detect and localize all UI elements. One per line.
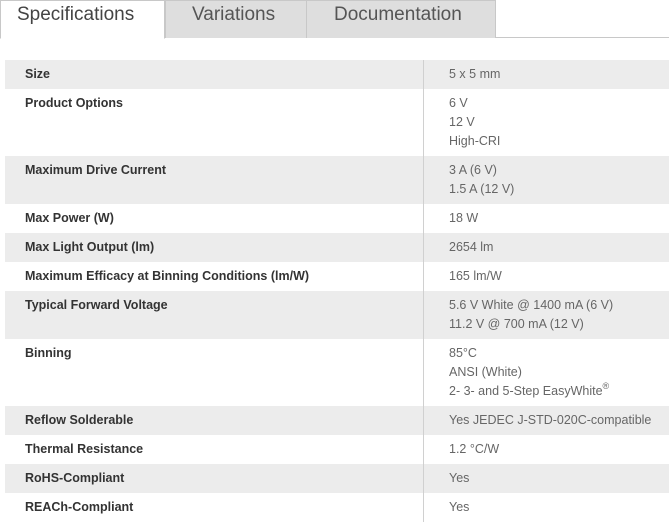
spec-row-max-light-output: Max Light Output (lm) 2654 lm [5,233,669,262]
spec-value-line: 18 W [449,211,479,225]
spec-value: 3 A (6 V) 1.5 A (12 V) [424,156,669,204]
spec-value-line: 3 A (6 V) [449,163,497,177]
spec-value-line: 85°C [449,346,477,360]
spec-label: Maximum Drive Current [5,156,424,204]
spec-row-max-drive-current: Maximum Drive Current 3 A (6 V) 1.5 A (1… [5,156,669,204]
spec-value: Yes [424,493,669,522]
spec-row-reach: REACh-Compliant Yes [5,493,669,522]
spec-value: Yes JEDEC J-STD-020C-compatible [424,406,669,435]
spec-value: 5 x 5 mm [424,60,669,89]
spec-label: Size [5,60,424,89]
spec-value: 5.6 V White @ 1400 mA (6 V) 11.2 V @ 700… [424,291,669,339]
spec-value-line: 5.6 V White @ 1400 mA (6 V) [449,298,614,312]
spec-value-line: 6 V [449,96,468,110]
registered-mark: ® [602,381,610,391]
spec-value-line: 12 V [449,115,475,129]
spec-value-line: Yes JEDEC J-STD-020C-compatible [449,413,652,427]
spec-value: 85°C ANSI (White) 2- 3- and 5-Step EasyW… [424,339,669,406]
spec-value-line: 1.5 A (12 V) [449,182,515,196]
spec-label: Binning [5,339,424,406]
spec-label: REACh-Compliant [5,493,424,522]
spec-value-line: 2- 3- and 5-Step EasyWhite® [449,382,669,401]
spec-value-line: Yes [449,500,470,514]
spec-value-line: Yes [449,471,470,485]
spec-value: 18 W [424,204,669,233]
spec-row-binning: Binning 85°C ANSI (White) 2- 3- and 5-St… [5,339,669,406]
spec-row-thermal-resistance: Thermal Resistance 1.2 °C/W [5,435,669,464]
spec-value: 6 V 12 V High-CRI [424,89,669,156]
spec-label: Max Light Output (lm) [5,233,424,262]
spec-row-forward-voltage: Typical Forward Voltage 5.6 V White @ 14… [5,291,669,339]
spec-value: Yes [424,464,669,493]
spec-label: RoHS-Compliant [5,464,424,493]
specifications-table: Size 5 x 5 mm Product Options 6 V 12 V H… [5,60,669,522]
spec-value-line: ANSI (White) [449,365,522,379]
spec-value-line: 2654 lm [449,240,494,254]
spec-label: Thermal Resistance [5,435,424,464]
tab-specifications[interactable]: Specifications [0,0,165,39]
tab-variations[interactable]: Variations [165,0,307,38]
spec-value-line: High-CRI [449,134,501,148]
spec-row-max-power: Max Power (W) 18 W [5,204,669,233]
spec-label: Product Options [5,89,424,156]
spec-value-line: 11.2 V @ 700 mA (12 V) [449,317,584,331]
spec-value-line: 165 lm/W [449,269,502,283]
spec-row-max-efficacy: Maximum Efficacy at Binning Conditions (… [5,262,669,291]
spec-value-text: 2- 3- and 5-Step EasyWhite [449,384,603,398]
spec-row-rohs: RoHS-Compliant Yes [5,464,669,493]
spec-value-line: 1.2 °C/W [449,442,500,456]
spec-label: Typical Forward Voltage [5,291,424,339]
spec-row-reflow-solderable: Reflow Solderable Yes JEDEC J-STD-020C-c… [5,406,669,435]
spec-label: Reflow Solderable [5,406,424,435]
spec-row-product-options: Product Options 6 V 12 V High-CRI [5,89,669,156]
tab-bar: Specifications Variations Documentation [0,0,669,39]
spec-value-line: 5 x 5 mm [449,67,501,81]
spec-value: 165 lm/W [424,262,669,291]
spec-value: 2654 lm [424,233,669,262]
tab-documentation[interactable]: Documentation [306,0,496,38]
spec-value: 1.2 °C/W [424,435,669,464]
spec-label: Maximum Efficacy at Binning Conditions (… [5,262,424,291]
spec-row-size: Size 5 x 5 mm [5,60,669,89]
spec-label: Max Power (W) [5,204,424,233]
